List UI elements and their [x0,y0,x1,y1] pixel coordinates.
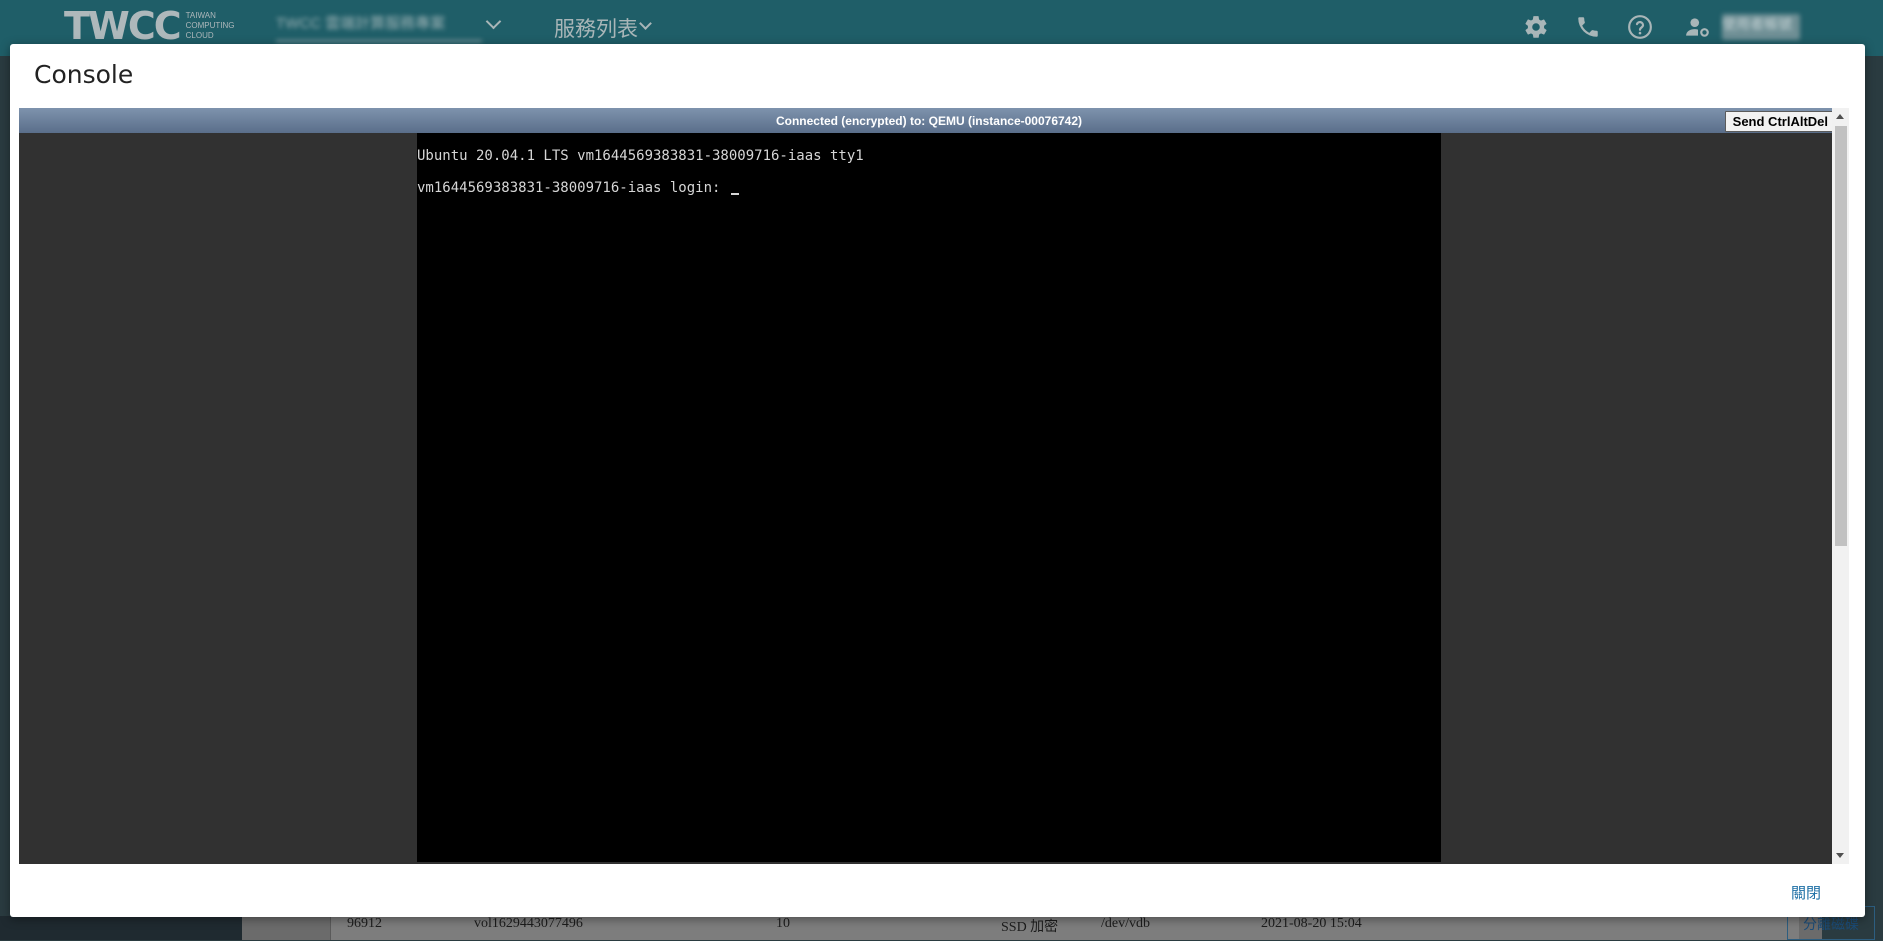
scroll-down-icon[interactable] [1836,853,1844,858]
project-selector-value: TWCC 雲端計算服務專案 [276,15,446,32]
scrollbar-thumb[interactable] [1835,126,1847,546]
terminal-cursor [730,193,739,195]
send-ctrl-alt-del-button[interactable]: Send CtrlAltDel [1724,111,1836,132]
cell-device: /dev/vdb [1101,916,1150,931]
logo-subtitle-line: COMPUTING [185,21,235,30]
cell-size: 10 [776,916,790,931]
terminal-line: Ubuntu 20.04.1 LTS vm1644569383831-38009… [417,148,864,164]
logo-text: TWCC [64,4,182,48]
services-menu[interactable]: 服務列表 [554,13,638,43]
terminal-line-text: vm1644569383831-38009716-iaas login: [417,180,729,196]
user-name-text: 使用者帳號 [1722,16,1792,32]
chevron-down-icon[interactable] [639,17,652,30]
console-modal: Console Connected (encrypted) to: QEMU (… [10,44,1865,917]
logo-subtitle: TAIWAN COMPUTING CLOUD [186,11,235,41]
modal-title: Console [34,60,134,89]
project-selector[interactable]: TWCC 雲端計算服務專案 [276,12,482,42]
cell-id: 96912 [347,916,382,931]
vnc-status-bar: Connected (encrypted) to: QEMU (instance… [19,108,1839,133]
console-scrollbar[interactable] [1832,108,1849,864]
vnc-screen[interactable]: Ubuntu 20.04.1 LTS vm1644569383831-38009… [417,133,1441,862]
user-settings-icon[interactable] [1685,14,1711,40]
logo-subtitle-line: TAIWAN [185,11,216,20]
services-menu-label: 服務列表 [554,18,638,41]
user-name[interactable]: 使用者帳號 [1722,14,1800,40]
help-icon[interactable] [1627,14,1653,40]
gear-icon[interactable] [1523,14,1549,40]
terminal-login-prompt: vm1644569383831-38009716-iaas login: [417,180,739,196]
phone-icon[interactable] [1575,14,1601,40]
cell-created: 2021-08-20 15:04 [1261,916,1362,931]
twcc-logo[interactable]: TWCC TAIWAN COMPUTING CLOUD [64,4,235,48]
scroll-up-icon[interactable] [1836,114,1844,119]
sidebar-background [0,916,242,940]
cell-name: vol1629443077496 [474,916,583,931]
terminal-line-text: Ubuntu 20.04.1 LTS vm1644569383831-38009… [417,148,864,164]
logo-subtitle-line: CLOUD [185,31,214,40]
chevron-down-icon[interactable] [485,13,502,30]
close-button[interactable]: 關閉 [1791,882,1821,903]
console-frame[interactable]: Connected (encrypted) to: QEMU (instance… [19,108,1849,864]
vnc-status-text: Connected (encrypted) to: QEMU (instance… [775,114,1083,128]
cell-type: SSD 加密 [1001,920,1059,935]
